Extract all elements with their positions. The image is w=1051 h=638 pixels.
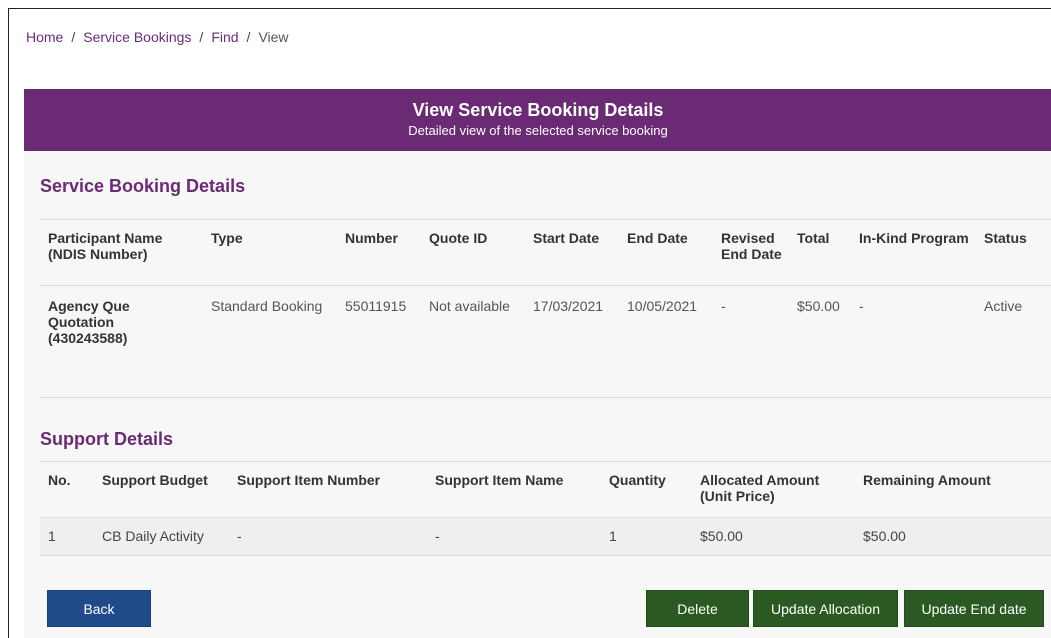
cell-quote-id: Not available xyxy=(429,298,510,314)
breadcrumb-separator: / xyxy=(71,29,76,45)
col-revised-end-date: Revised End Date xyxy=(721,230,782,262)
breadcrumb: Home / Service Bookings / Find / View xyxy=(26,29,289,45)
cell-end-date: 10/05/2021 xyxy=(627,298,698,314)
breadcrumb-home[interactable]: Home xyxy=(26,29,63,45)
table-row: 1 CB Daily Activity - - 1 $50.00 $50.00 xyxy=(40,517,1051,556)
update-allocation-button[interactable]: Update Allocation xyxy=(753,590,898,627)
breadcrumb-service-bookings[interactable]: Service Bookings xyxy=(83,29,191,45)
support-details-heading: Support Details xyxy=(40,429,174,449)
page-title: View Service Booking Details xyxy=(412,100,664,120)
participant-name: Agency Que Quotation xyxy=(48,298,130,330)
page-frame: Home / Service Bookings / Find / View View Ser… xyxy=(8,8,1051,638)
cell-quantity: 1 xyxy=(609,528,617,544)
cell-participant: Agency Que Quotation (430243588) xyxy=(40,286,203,398)
cell-allocated-amount: $50.00 xyxy=(700,528,743,544)
cell-total: $50.00 xyxy=(797,298,840,314)
breadcrumb-view: View xyxy=(258,29,289,45)
col-quote-id: Quote ID xyxy=(429,230,488,246)
table-header-row: No. Support Budget Support Item Number S… xyxy=(40,461,1051,518)
cell-start-date: 17/03/2021 xyxy=(533,298,604,314)
cell-in-kind: - xyxy=(859,298,864,314)
breadcrumb-find[interactable]: Find xyxy=(211,29,238,45)
col-total: Total xyxy=(797,230,830,246)
col-end-date: End Date xyxy=(627,230,688,246)
table-row: Agency Que Quotation (430243588) Standar… xyxy=(40,285,1051,398)
support-details-table: No. Support Budget Support Item Number S… xyxy=(40,461,1051,556)
breadcrumb-separator: / xyxy=(246,29,251,45)
ndis-number: (430243588) xyxy=(48,330,128,346)
cell-status: Active xyxy=(984,298,1023,314)
page-subtitle: Detailed view of the selected service bo… xyxy=(408,123,668,138)
cell-number: 55011915 xyxy=(345,298,407,314)
back-button[interactable]: Back xyxy=(47,590,151,627)
col-support-budget: Support Budget xyxy=(102,472,208,488)
col-number: Number xyxy=(345,230,398,246)
col-in-kind: In-Kind Program xyxy=(859,230,969,246)
table-header-row: Participant Name (NDIS Number) Type Numb… xyxy=(40,219,1051,286)
cell-type: Standard Booking xyxy=(211,298,323,314)
col-quantity: Quantity xyxy=(609,472,666,488)
cell-no: 1 xyxy=(48,528,56,544)
col-type: Type xyxy=(211,230,243,246)
col-remaining-amount: Remaining Amount xyxy=(863,472,991,488)
col-support-item-name: Support Item Name xyxy=(435,472,564,488)
cell-remaining-amount: $50.00 xyxy=(863,528,906,544)
content-panel: View Service Booking Details Detailed vi… xyxy=(24,89,1051,638)
col-allocated-amount: Allocated Amount (Unit Price) xyxy=(700,472,820,504)
col-support-item-number: Support Item Number xyxy=(237,472,381,488)
col-status: Status xyxy=(984,230,1027,246)
cell-support-item-name: - xyxy=(435,528,440,544)
delete-button[interactable]: Delete xyxy=(646,590,749,627)
page-banner: View Service Booking Details Detailed vi… xyxy=(24,89,1051,151)
service-booking-table: Participant Name (NDIS Number) Type Numb… xyxy=(40,219,1051,398)
col-participant: Participant Name (NDIS Number) xyxy=(48,230,163,262)
cell-support-budget: CB Daily Activity xyxy=(102,528,204,544)
col-start-date: Start Date xyxy=(533,230,600,246)
service-booking-details-heading: Service Booking Details xyxy=(40,176,246,196)
cell-support-item-number: - xyxy=(237,528,242,544)
col-no: No. xyxy=(48,472,71,488)
breadcrumb-separator: / xyxy=(199,29,204,45)
cell-revised-end-date: - xyxy=(721,298,726,314)
update-end-date-button[interactable]: Update End date xyxy=(904,590,1044,627)
